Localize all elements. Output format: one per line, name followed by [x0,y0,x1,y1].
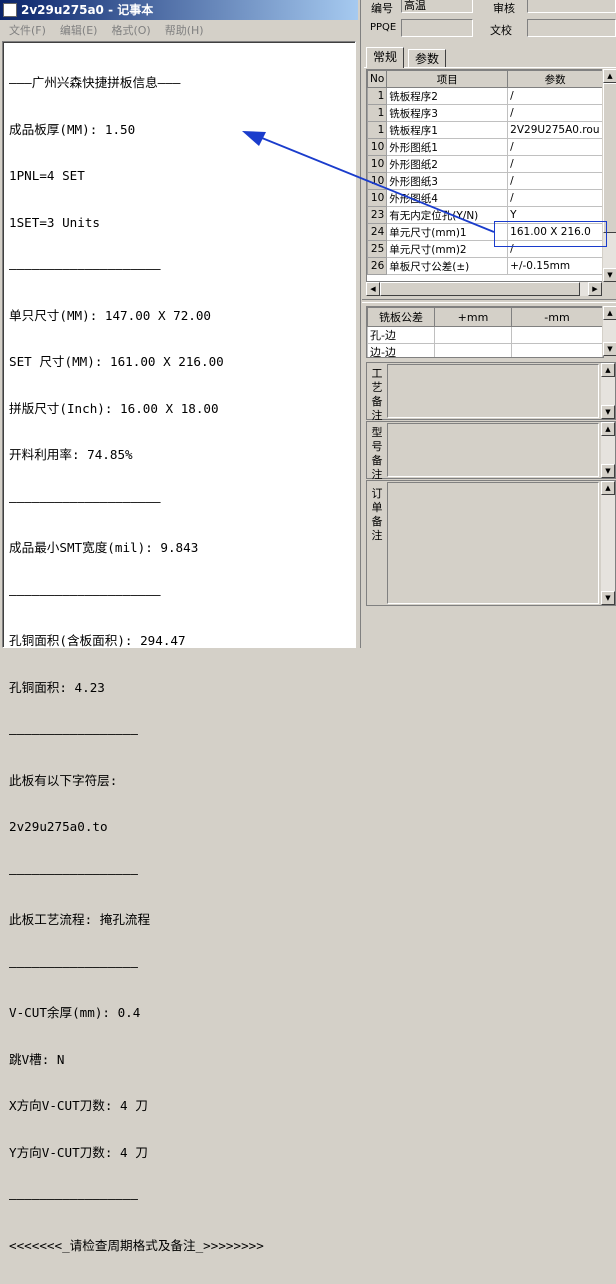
tab-general[interactable]: 常规 [366,47,405,68]
text-line: 跳V槽: N [9,1051,65,1067]
text-line: ————————————————— [9,726,138,741]
text-line: 孔铜面积: 4.23 [9,679,105,695]
text-line: X方向V-CUT刀数: 4 刀 [9,1098,148,1113]
text-line: 此板有以下字符层: [9,772,118,788]
text-line: 此板工艺流程: 掩孔流程 [9,912,151,927]
annotation-arrow [242,131,495,233]
text-line: ————————————————— [9,958,138,974]
arrow-line [261,137,495,233]
text-line: ————————————————— [9,1191,138,1206]
text-line: 2v29u275a0.to [9,819,108,834]
text-line: <<<<<<<_请检查周期格式及备注_>>>>>>>> [9,1237,264,1253]
text-line: V-CUT余厚(mm): 0.4 [9,1005,141,1020]
text-line: ————————————————— [9,865,138,881]
arrow-head [242,131,266,146]
text-line: Y方向V-CUT刀数: 4 刀 [9,1144,148,1160]
